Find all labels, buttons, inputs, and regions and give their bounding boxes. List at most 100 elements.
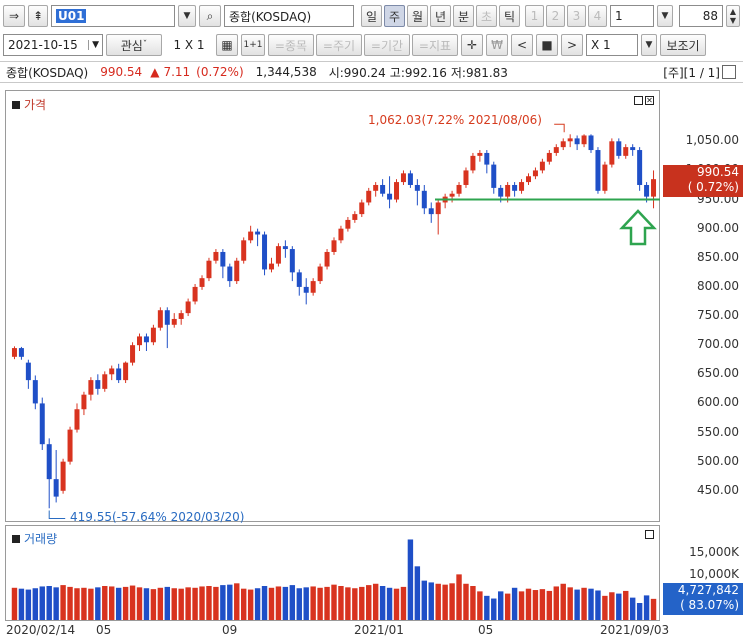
candle [275, 246, 281, 264]
period-tab-5[interactable]: 초 [476, 5, 497, 27]
candle [498, 187, 504, 197]
period-tab-0[interactable]: 일 [361, 5, 382, 27]
period-tab-1[interactable]: 주 [384, 5, 405, 27]
period-tab-4[interactable]: 분 [453, 5, 474, 27]
pin-icon[interactable]: ⇞ [28, 5, 48, 27]
volume-bar [546, 590, 553, 620]
volume-bar [435, 583, 441, 620]
period-tab-6[interactable]: 틱 [499, 5, 520, 27]
candle [366, 190, 372, 203]
candle [150, 327, 156, 343]
aux-button[interactable]: 보조기 [660, 34, 706, 56]
volume-bar [498, 591, 504, 620]
period-tab-2[interactable]: 월 [407, 5, 428, 27]
volume-bar [574, 589, 580, 620]
index-name-field[interactable]: 종합(KOSDAQ) [224, 5, 354, 27]
candle [505, 184, 511, 197]
count-dropdown-icon[interactable]: ▼ [657, 5, 673, 27]
volume-bar [650, 598, 657, 620]
multiplier-value: X 1 [591, 38, 611, 52]
count-tab-2[interactable]: 2 [546, 5, 565, 27]
count-tab-4[interactable]: 4 [588, 5, 607, 27]
volume-bar [525, 588, 532, 620]
count-tabs: 1234 [525, 5, 607, 27]
volume-bar [560, 583, 566, 620]
volume-bar [234, 583, 240, 620]
restore-icon[interactable] [722, 65, 736, 79]
prev-icon[interactable]: < [511, 34, 533, 56]
link-icon[interactable]: ⇒ [3, 5, 25, 27]
volume-bar [324, 586, 330, 620]
date-input[interactable]: 2021-10-15 ▼ [3, 34, 103, 56]
won-button[interactable]: ₩ [486, 34, 508, 56]
candle [359, 202, 365, 215]
code-dropdown-icon[interactable]: ▼ [178, 5, 196, 27]
won-symbol: ₩ [491, 38, 503, 52]
volume-bar [331, 584, 337, 620]
config-tab-1[interactable]: =주기 [316, 34, 362, 56]
price-tick-label: 500.00 [697, 453, 739, 468]
price-tick-label: 700.00 [697, 337, 739, 352]
candle [199, 278, 205, 287]
grid-icon[interactable]: ▦ [216, 34, 238, 56]
count-tab-3[interactable]: 3 [567, 5, 586, 27]
code-input[interactable]: U01 [51, 5, 175, 27]
volume-bar [310, 586, 316, 620]
candle [553, 147, 559, 153]
stop-icon[interactable]: ■ [536, 34, 558, 56]
count-tab-1[interactable]: 1 [525, 5, 544, 27]
volume-bar [282, 586, 289, 620]
volume-bar [595, 590, 601, 620]
volume-bar [407, 539, 414, 620]
candle [428, 208, 434, 215]
volume-bar [581, 587, 587, 620]
volume-bar [206, 586, 212, 620]
candle [331, 240, 337, 252]
volume-bar [199, 586, 205, 620]
zoom-input[interactable]: 88 [679, 5, 723, 27]
volume-bar [53, 587, 59, 620]
candle [289, 249, 295, 273]
candle [164, 310, 170, 325]
multiplier-field[interactable]: X 1 [586, 34, 638, 56]
period-tab-3[interactable]: 년 [430, 5, 451, 27]
price-chart[interactable] [5, 90, 660, 522]
next-icon[interactable]: > [561, 34, 583, 56]
candle [123, 362, 129, 381]
candle [519, 182, 525, 191]
info-low: 저:981.83 [450, 65, 508, 80]
one-plus-one-button[interactable]: 1+1 [241, 34, 265, 56]
calendar-dropdown-icon[interactable]: ▼ [88, 40, 102, 50]
config-tab-3[interactable]: =지표 [412, 34, 458, 56]
candle [178, 313, 184, 319]
info-name: 종합(KOSDAQ) [6, 65, 89, 80]
date-tick-label: 2021/09/03 [600, 623, 670, 637]
search-icon[interactable]: ⌕ [199, 5, 221, 27]
volume-bar [129, 585, 136, 620]
volume-bar [178, 588, 184, 620]
candle [157, 310, 163, 328]
candle [95, 380, 101, 389]
count-input[interactable]: 1 [610, 5, 654, 27]
price-tick-label: 450.00 [697, 482, 739, 497]
candle [171, 318, 177, 325]
candle [248, 231, 254, 241]
candle [53, 479, 59, 497]
zoom-spinner-icon[interactable]: ▲ ▼ [726, 5, 740, 27]
config-tab-2[interactable]: =기간 [364, 34, 410, 56]
volume-chart[interactable] [5, 525, 660, 621]
candle [345, 219, 351, 229]
date-tick-label: 09 [222, 623, 238, 637]
low-leader-line [48, 510, 66, 520]
volume-bar [296, 588, 302, 620]
volume-bar [484, 595, 490, 620]
config-tab-0[interactable]: =종목 [268, 34, 314, 56]
watch-button[interactable]: 관심 ˇ [106, 34, 162, 56]
volume-bar [616, 593, 622, 620]
candle [192, 286, 198, 302]
candle [449, 193, 455, 197]
crosshair-icon[interactable]: ✛ [461, 34, 483, 56]
volume-bar [275, 586, 282, 620]
multiplier-dropdown-icon[interactable]: ▼ [641, 34, 657, 56]
volume-bar [345, 587, 351, 620]
